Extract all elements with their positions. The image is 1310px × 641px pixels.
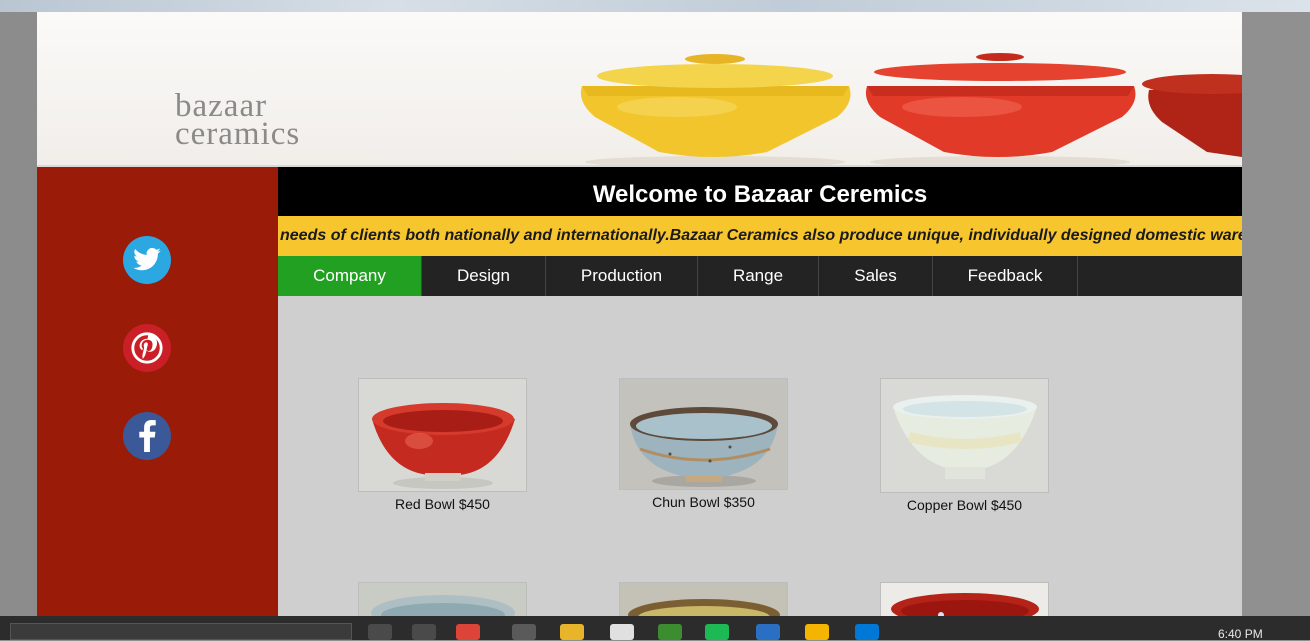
nav-item-feedback[interactable]: Feedback <box>933 256 1078 296</box>
twitter-icon[interactable] <box>123 236 171 284</box>
main-nav: Company Design Production Range Sales Fe… <box>278 256 1242 296</box>
product-image[interactable] <box>880 582 1049 616</box>
task-view-icon[interactable] <box>412 624 436 640</box>
cortana-icon[interactable] <box>368 624 392 640</box>
chrome-icon[interactable] <box>456 624 480 640</box>
nav-item-design[interactable]: Design <box>422 256 546 296</box>
product-caption: Copper Bowl $450 <box>906 497 1023 513</box>
store-icon[interactable] <box>512 624 536 640</box>
document-icon[interactable] <box>610 624 634 640</box>
scrolling-marquee: needs of clients both nationally and int… <box>278 216 1242 256</box>
page-gutter-left <box>0 12 37 616</box>
pinterest-icon[interactable] <box>123 324 171 372</box>
facebook-icon[interactable] <box>123 412 171 460</box>
product-caption: Chun Bowl $350 <box>652 494 755 510</box>
product-card[interactable]: Chun Bowl $350 <box>619 378 788 510</box>
social-sidebar <box>37 167 278 616</box>
welcome-heading: Welcome to Bazaar Ceremics <box>278 167 1242 216</box>
nav-item-company[interactable]: Company <box>278 256 422 296</box>
header-banner: bazaar ceramics <box>37 12 1242 165</box>
product-image[interactable] <box>619 582 788 616</box>
app-icon[interactable] <box>756 624 780 640</box>
edge-icon[interactable] <box>855 624 879 640</box>
product-caption: Red Bowl $450 <box>395 496 490 512</box>
taskbar-search-box[interactable] <box>10 623 352 640</box>
product-image[interactable] <box>358 582 527 616</box>
product-card[interactable] <box>619 582 788 616</box>
terminal-icon[interactable] <box>658 624 682 640</box>
photos-icon[interactable] <box>805 624 829 640</box>
browser-top-strip <box>0 0 1310 12</box>
spotify-icon[interactable] <box>705 624 729 640</box>
product-card[interactable]: Copper Bowl $450 <box>880 378 1049 513</box>
nav-item-range[interactable]: Range <box>698 256 819 296</box>
website-page: bazaar ceramics Welcome to Bazaar Ceremi… <box>37 12 1242 616</box>
product-image[interactable] <box>358 378 527 492</box>
page-gutter-right <box>1242 12 1310 616</box>
banner-pots-image <box>580 53 1242 165</box>
file-explorer-icon[interactable] <box>560 624 584 640</box>
product-image[interactable] <box>880 378 1049 493</box>
product-card[interactable]: Red Bowl $450 <box>358 378 527 512</box>
clock-time: 6:40 PM <box>1218 627 1263 641</box>
marquee-text: needs of clients both nationally and int… <box>280 227 1242 244</box>
product-image[interactable] <box>619 378 788 490</box>
product-card[interactable] <box>880 582 1049 616</box>
nav-item-sales[interactable]: Sales <box>819 256 933 296</box>
product-card[interactable] <box>358 582 527 616</box>
nav-item-production[interactable]: Production <box>546 256 698 296</box>
main-content: Welcome to Bazaar Ceremics needs of clie… <box>278 167 1242 616</box>
